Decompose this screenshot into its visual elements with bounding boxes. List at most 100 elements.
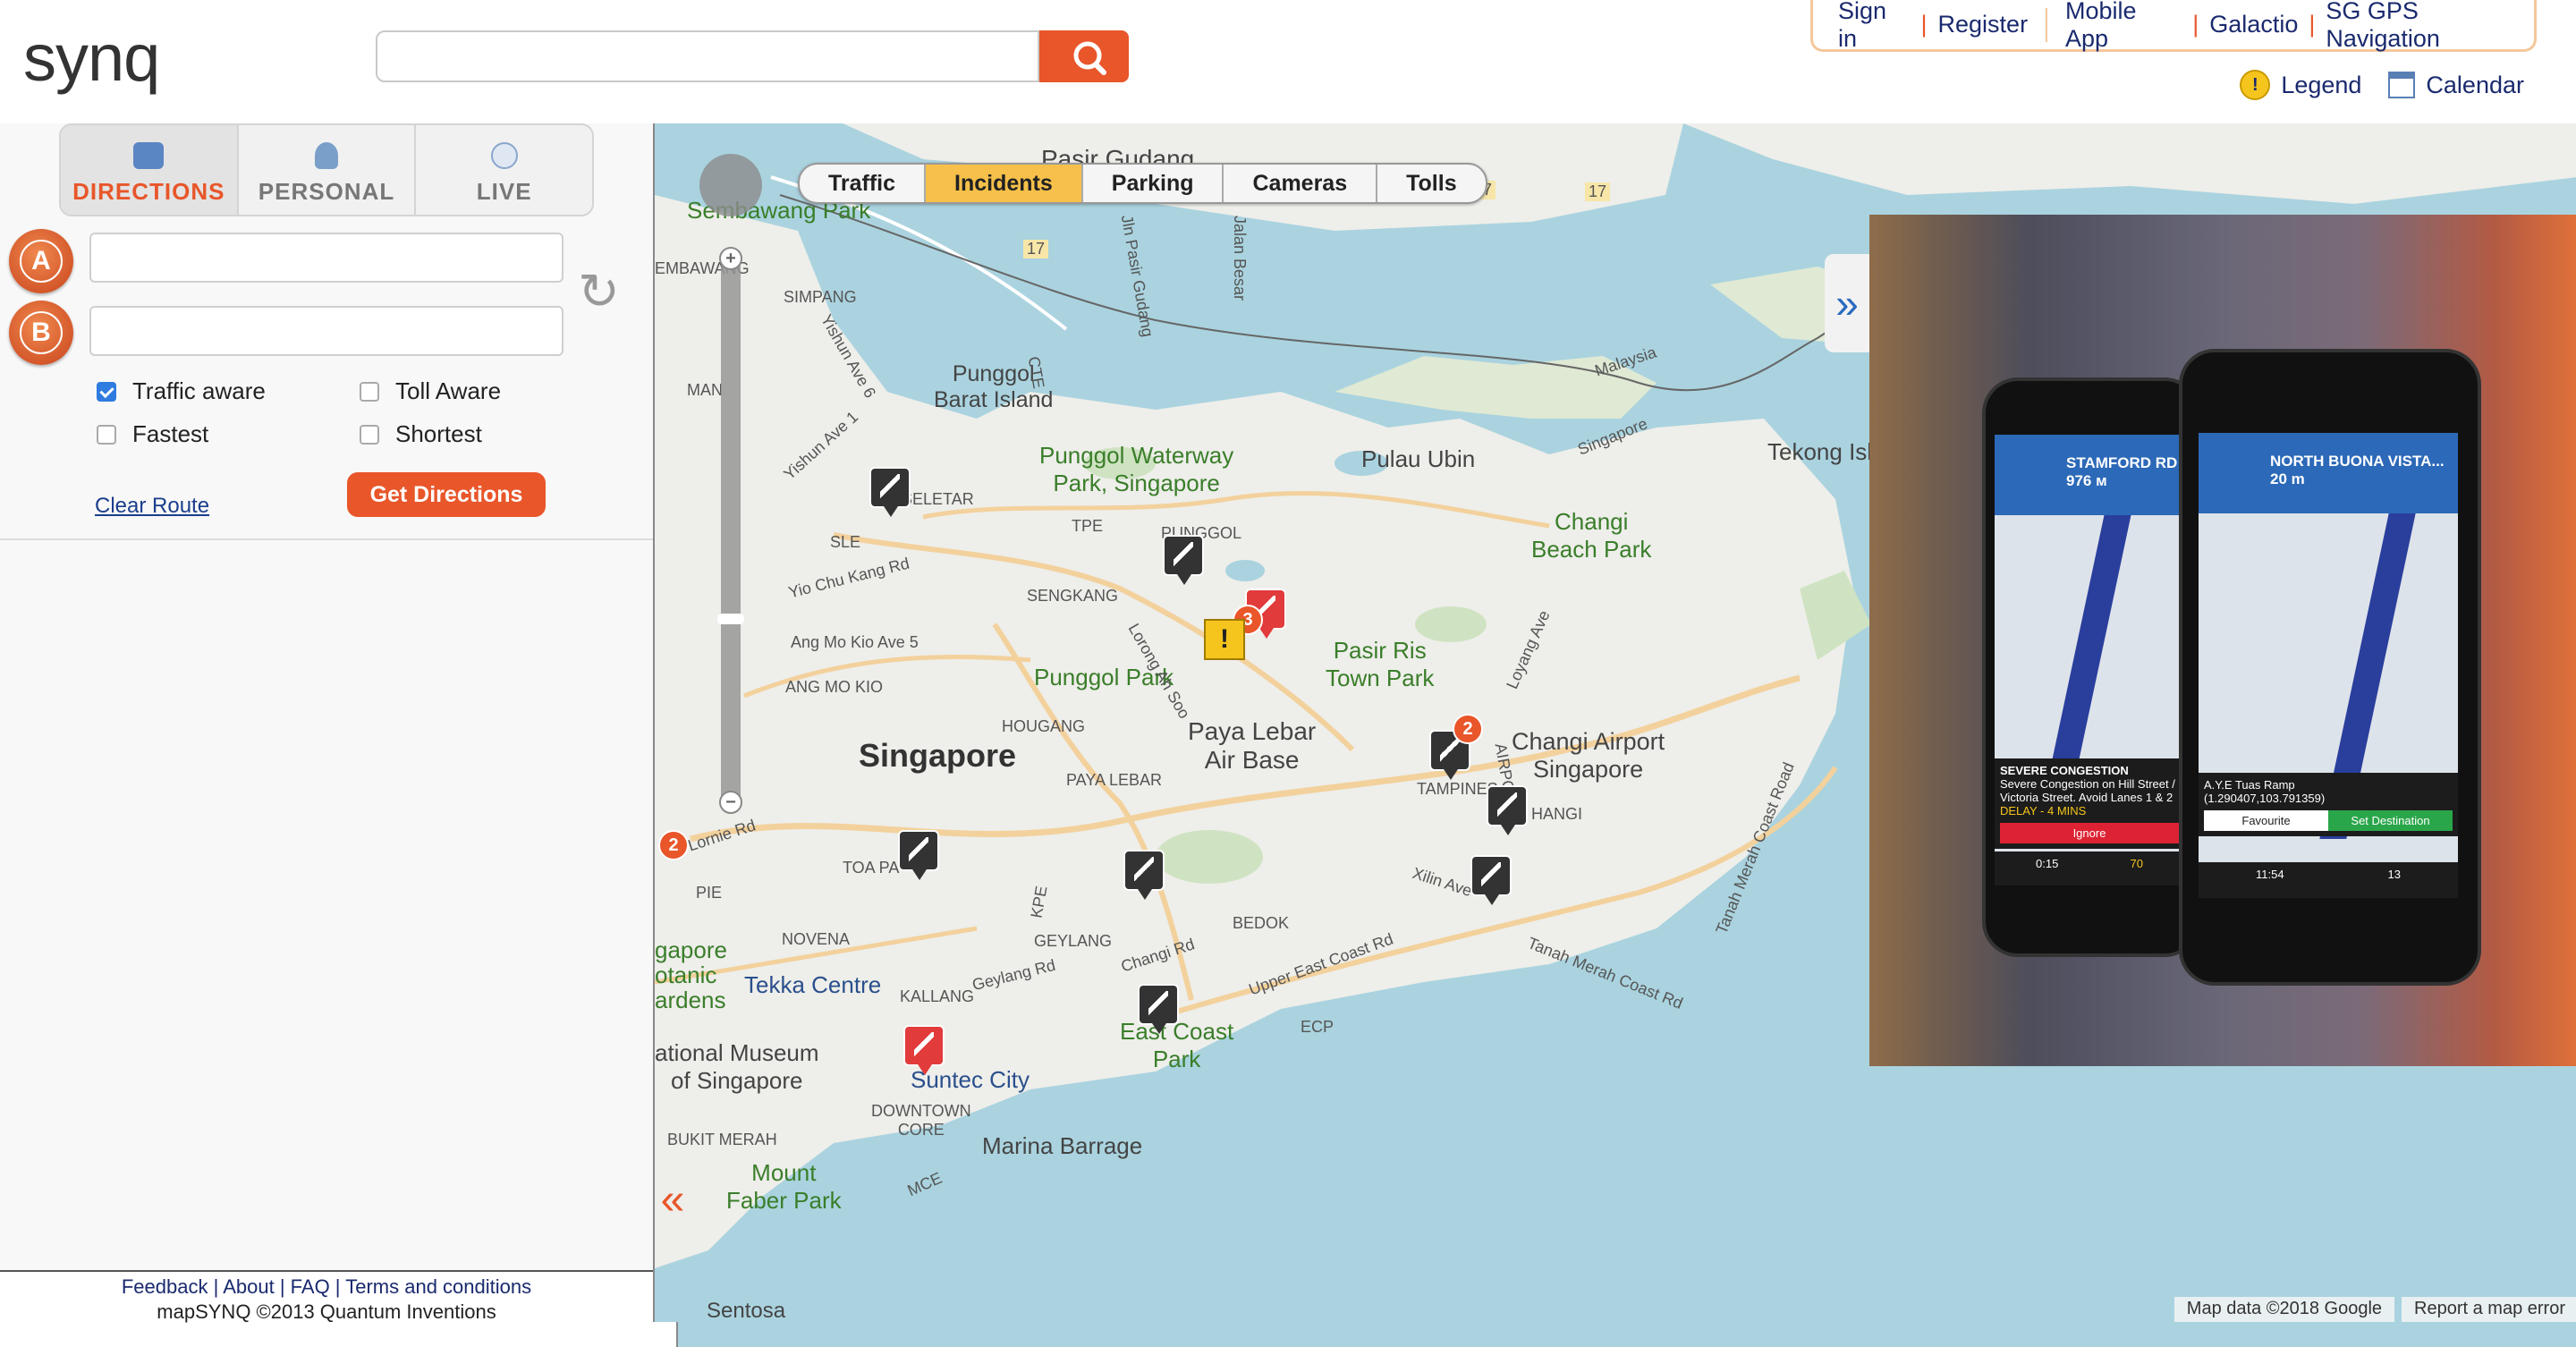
label-pasir-ris: Pasir Ris Town Park (1326, 637, 1435, 691)
traffic-aware-option[interactable]: Traffic aware (97, 377, 266, 405)
warning-incident-marker[interactable]: ! (1204, 619, 1245, 660)
fastest-label: Fastest (132, 420, 209, 447)
label-jalan-besar: Jalan Besar (1231, 215, 1250, 301)
label-paya-lebar: Paya Lebar Air Base (1188, 717, 1317, 774)
zoom-slider[interactable]: + − (717, 247, 744, 814)
nav-separator: | (2309, 11, 2316, 38)
roadwork-icon (1440, 737, 1460, 762)
point-a-marker: A (9, 229, 73, 293)
roadwork-incident-marker[interactable] (869, 467, 911, 517)
phone-right-image: NORTH BUONA VISTA... 20 m A.Y.E Tuas Ram… (2179, 349, 2481, 986)
fastest-option[interactable]: Fastest (97, 420, 208, 448)
toll-aware-checkbox[interactable] (360, 381, 379, 402)
start-address-input[interactable] (89, 233, 564, 283)
search-button[interactable] (1039, 30, 1129, 82)
label-sengkang: SENGKANG (1027, 587, 1119, 605)
clock-icon (490, 142, 518, 169)
map-canvas[interactable]: Singapore Pasir Gudang Sembawang Park Pu… (653, 123, 2576, 1322)
label-tekka: Tekka Centre (744, 971, 882, 998)
layer-traffic[interactable]: Traffic (800, 165, 927, 202)
accident-icon (914, 1032, 934, 1057)
label-sentosa: Sentosa (707, 1299, 786, 1322)
person-icon (315, 142, 338, 169)
faq-link[interactable]: FAQ (291, 1275, 330, 1298)
feedback-link[interactable]: Feedback (122, 1275, 208, 1298)
tab-label: LIVE (476, 178, 532, 205)
layer-tolls[interactable]: Tolls (1377, 165, 1485, 202)
fastest-checkbox[interactable] (97, 424, 116, 445)
calendar-link[interactable]: Calendar (2426, 72, 2524, 99)
roadwork-incident-marker[interactable] (1163, 535, 1204, 585)
sidebar-divider (0, 538, 653, 540)
roadwork-incident-marker[interactable] (1123, 850, 1165, 900)
expand-panel-icon[interactable]: » (1825, 254, 1869, 352)
traffic-aware-checkbox[interactable] (97, 381, 116, 402)
swap-route-icon[interactable]: ↻ (578, 267, 620, 322)
roadwork-incident-marker[interactable] (898, 830, 939, 880)
phone-right-screen: NORTH BUONA VISTA... 20 m A.Y.E Tuas Ram… (2199, 433, 2458, 898)
sg-gps-navigation-ad[interactable]: STAMFORD RD 976 м SEVERE CONGESTION Seve… (1869, 215, 2576, 1066)
roadwork-icon (1134, 857, 1154, 882)
label-singapore: Singapore (859, 737, 1017, 774)
zoom-handle[interactable] (717, 614, 744, 624)
roadwork-icon (1148, 991, 1168, 1016)
register-link[interactable]: Register (1938, 11, 2029, 38)
get-directions-button[interactable]: Get Directions (347, 472, 546, 517)
marker-b-letter: B (20, 311, 63, 354)
shortest-checkbox[interactable] (360, 424, 379, 445)
set-destination-button: Set Destination (2328, 810, 2453, 831)
roadwork-icon (1174, 542, 1193, 567)
point-b-marker: B (9, 301, 73, 365)
incident-count-badge[interactable]: 2 (658, 830, 689, 860)
nav-divider (2046, 7, 2048, 42)
route-marker-17: 17 (1585, 182, 1611, 201)
sign-in-link[interactable]: Sign in (1838, 0, 1911, 53)
zoom-in-button[interactable]: + (719, 247, 742, 270)
phone-left-street: STAMFORD RD (2066, 454, 2178, 471)
report-map-error-link[interactable]: Report a map error (2402, 1297, 2576, 1322)
layer-incidents[interactable]: Incidents (926, 165, 1083, 202)
roadwork-incident-marker[interactable] (1138, 984, 1179, 1034)
label-bedok: BEDOK (1233, 914, 1290, 932)
label-paya-lebar-area: PAYA LEBAR (1066, 771, 1163, 789)
toll-aware-option[interactable]: Toll Aware (360, 377, 501, 405)
tab-label: DIRECTIONS (72, 178, 225, 205)
legend-link[interactable]: Legend (2281, 72, 2361, 99)
roadwork-incident-marker[interactable] (1470, 855, 1512, 905)
terms-link[interactable]: Terms and conditions (345, 1275, 531, 1298)
tab-directions[interactable]: DIRECTIONS (61, 125, 239, 215)
mobile-app-link[interactable]: Mobile App (2065, 0, 2182, 53)
roadwork-incident-marker[interactable] (1487, 785, 1528, 835)
clear-route-link[interactable]: Clear Route (95, 494, 209, 519)
phone-left-nav-header: STAMFORD RD 976 м (1995, 435, 2184, 515)
end-address-input[interactable] (89, 306, 564, 356)
shortest-option[interactable]: Shortest (360, 420, 482, 448)
label-pulau-ubin: Pulau Ubin (1361, 445, 1476, 472)
layer-parking[interactable]: Parking (1083, 165, 1224, 202)
phone-left-screen: STAMFORD RD 976 м SEVERE CONGESTION Seve… (1995, 435, 2184, 885)
zoom-out-button[interactable]: − (719, 791, 742, 814)
pan-control[interactable] (699, 154, 762, 216)
galactio-link[interactable]: Galactio (2209, 11, 2298, 38)
sidebar-tabs: DIRECTIONS PERSONAL LIVE (59, 123, 594, 216)
footer: Feedback | About | FAQ | Terms and condi… (0, 1270, 653, 1324)
tab-live[interactable]: LIVE (416, 125, 592, 215)
mapsynq-logo[interactable]: mapsynq (23, 25, 2576, 1347)
layer-cameras[interactable]: Cameras (1224, 165, 1378, 202)
incident-count-badge[interactable]: 2 (1453, 714, 1483, 744)
collapse-sidebar-icon[interactable]: « (655, 1168, 691, 1231)
about-link[interactable]: About (223, 1275, 275, 1298)
calendar-icon[interactable] (2388, 72, 2416, 98)
nav-separator: | (1920, 11, 1928, 38)
search-input[interactable] (376, 30, 1039, 82)
phone-left-speed: 70 (2130, 857, 2143, 870)
accident-incident-marker[interactable] (903, 1025, 945, 1075)
destination-actions: Favourite Set Destination (2204, 810, 2453, 831)
sg-gps-navigation-link[interactable]: SG GPS Navigation (2326, 0, 2534, 53)
label-seletar: SELETAR (902, 490, 974, 508)
alert-delay: DELAY - 4 MINS (2000, 804, 2087, 818)
tab-personal[interactable]: PERSONAL (239, 125, 417, 215)
label-ang-mo-kio: ANG MO KIO (785, 678, 884, 696)
top-navigation: Sign in | Register Mobile App | Galactio… (1810, 0, 2537, 52)
legend-icon[interactable]: ! (2240, 70, 2271, 100)
